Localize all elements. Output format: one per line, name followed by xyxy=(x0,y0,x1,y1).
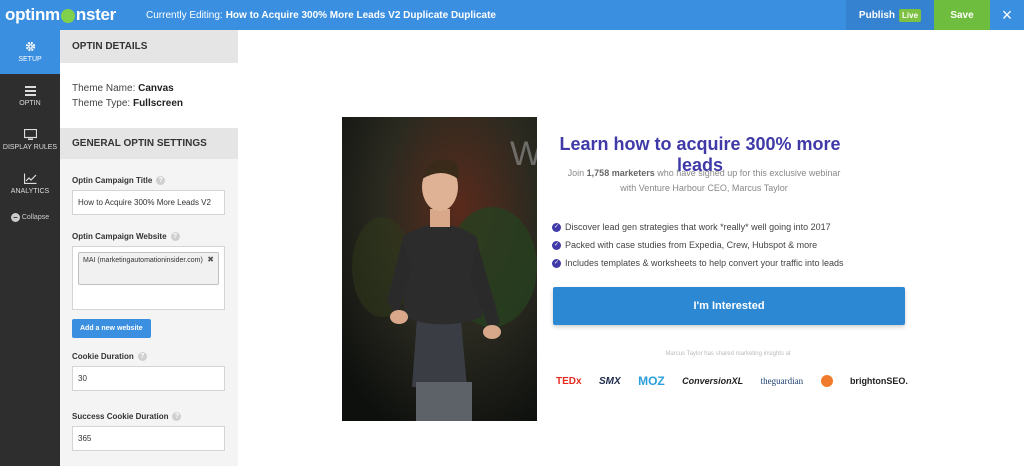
cookie-duration-input[interactable]: 30 xyxy=(72,366,225,391)
gear-icon xyxy=(25,41,35,52)
circle-logo-icon xyxy=(820,375,833,387)
theme-name-value: Canvas xyxy=(138,83,174,94)
top-bar: optinm nster Currently Editing: How to Acq… xyxy=(0,0,1024,30)
bullet-item: ✓ Discover lead gen strategies that work … xyxy=(552,218,892,236)
sub-bold: 1,758 marketers xyxy=(586,168,655,178)
rail-item-analytics[interactable]: ANALYTICS xyxy=(0,162,60,206)
sub-post: who have signed up for this exclusive we… xyxy=(657,168,841,178)
sub-pre: Join xyxy=(567,168,585,178)
rail-item-display-rules[interactable]: DISPLAY RULES xyxy=(0,118,60,162)
conversionxl-logo: ConversionXL xyxy=(682,376,744,386)
svg-text:We: We xyxy=(510,135,537,173)
subheadline-line-1: Join 1,758 marketers who have signed up … xyxy=(566,166,842,181)
editing-label: Currently Editing: xyxy=(146,9,223,21)
editing-title: How to Acquire 300% More Leads V2 Duplic… xyxy=(225,9,496,21)
rail-label-display-rules: DISPLAY RULES xyxy=(2,144,58,151)
check-circle-icon: ✓ xyxy=(552,240,561,250)
bullet-item: ✓ Packed with case studies from Expedia, … xyxy=(552,236,892,254)
theme-info: Theme Name: Canvas Theme Type: Fullscree… xyxy=(60,63,238,128)
publish-button[interactable]: Publish Live xyxy=(846,0,934,30)
website-tag: MAI (marketingautomationinsider.com) ✖ xyxy=(78,252,219,285)
press-logos: TEDx SMX MOZ ConversionXL theguardian br… xyxy=(556,373,908,389)
website-tag-label: MAI (marketingautomationinsider.com) xyxy=(83,257,203,264)
bullet-list: ✓ Discover lead gen strategies that work … xyxy=(552,218,892,272)
cookie-duration-field: Cookie Duration? 30 xyxy=(60,352,238,391)
menu-icon xyxy=(24,85,36,96)
bullet-text: Includes templates & worksheets to help … xyxy=(565,258,844,268)
campaign-website-label-row: Optin Campaign Website? xyxy=(72,232,226,241)
publish-label: Publish xyxy=(858,9,896,21)
rail-item-optin[interactable]: OPTIN xyxy=(0,74,60,118)
logo-text-left: optinm xyxy=(5,5,60,24)
theme-type-row: Theme Type: Fullscreen xyxy=(72,96,226,111)
speaker-photo: We xyxy=(342,117,537,421)
campaign-title-input[interactable]: How to Acquire 300% More Leads V2 xyxy=(72,190,225,215)
help-icon[interactable]: ? xyxy=(137,352,147,361)
success-cookie-field: Success Cookie Duration? 365 xyxy=(60,412,238,451)
settings-panel: OPTIN DETAILS Theme Name: Canvas Theme T… xyxy=(60,30,238,466)
help-icon[interactable]: ? xyxy=(156,176,166,185)
rail-label-setup: SETUP xyxy=(18,56,42,63)
check-circle-icon: ✓ xyxy=(552,222,561,232)
theme-name-label: Theme Name: xyxy=(72,83,136,94)
campaign-title-label-row: Optin Campaign Title? xyxy=(72,176,226,185)
speaker-illustration: We xyxy=(342,117,537,421)
optinmonster-logo[interactable]: optinm nster xyxy=(0,0,140,30)
im-interested-button[interactable]: I'm Interested xyxy=(553,287,905,325)
brightonseo-logo: brightonSEO. xyxy=(849,376,908,386)
shared-insights-text: Marcus Taylor has shared marketing insig… xyxy=(665,351,791,357)
website-select[interactable]: MAI (marketingautomationinsider.com) ✖ xyxy=(72,246,225,310)
logo-text-right: nster xyxy=(75,5,116,24)
bullet-text: Discover lead gen strategies that work *… xyxy=(565,222,831,232)
moz-logo: MOZ xyxy=(638,374,665,388)
bullet-text: Packed with case studies from Expedia, C… xyxy=(565,240,818,250)
campaign-website-field: Optin Campaign Website? MAI (marketingau… xyxy=(60,232,238,338)
guardian-logo: theguardian xyxy=(760,376,804,386)
subheadline: Join 1,758 marketers who have signed up … xyxy=(566,166,842,196)
general-settings-header: GENERAL OPTIN SETTINGS xyxy=(60,128,238,159)
currently-editing: Currently Editing: How to Acquire 300% Mo… xyxy=(140,10,846,21)
save-button[interactable]: Save xyxy=(934,0,990,30)
cookie-duration-label: Cookie Duration xyxy=(72,352,134,361)
collapse-button[interactable]: − Collapse xyxy=(0,206,60,228)
rail-item-setup[interactable]: SETUP xyxy=(0,30,60,74)
rail-label-analytics: ANALYTICS xyxy=(10,188,50,195)
chart-icon xyxy=(23,173,36,184)
add-website-button[interactable]: Add a new website xyxy=(72,319,151,338)
success-cookie-input[interactable]: 365 xyxy=(72,426,225,451)
monitor-icon xyxy=(23,129,37,140)
help-icon[interactable]: ? xyxy=(170,232,180,241)
help-icon[interactable]: ? xyxy=(172,412,182,421)
tedx-logo: TEDx xyxy=(556,375,582,387)
left-rail: SETUP OPTIN DISPLAY RULES ANALYTICS − Co… xyxy=(0,30,60,466)
optin-preview: We Learn how to acquire 300% more leads … xyxy=(238,30,1024,466)
monster-icon xyxy=(60,9,75,23)
optin-details-header: OPTIN DETAILS xyxy=(60,30,238,63)
live-badge: Live xyxy=(899,8,922,22)
success-cookie-label-row: Success Cookie Duration? xyxy=(72,412,226,421)
theme-type-value: Fullscreen xyxy=(132,98,183,109)
bullet-item: ✓ Includes templates & worksheets to help… xyxy=(552,254,892,272)
cookie-duration-label-row: Cookie Duration? xyxy=(72,352,226,361)
campaign-title-field: Optin Campaign Title? How to Acquire 300… xyxy=(60,176,238,215)
campaign-title-label: Optin Campaign Title xyxy=(72,176,153,185)
theme-type-label: Theme Type: xyxy=(72,98,131,109)
theme-name-row: Theme Name: Canvas xyxy=(72,81,226,96)
check-circle-icon: ✓ xyxy=(552,258,561,268)
success-cookie-label: Success Cookie Duration xyxy=(72,412,169,421)
close-icon[interactable]: × xyxy=(990,0,1024,30)
campaign-website-label: Optin Campaign Website xyxy=(72,232,167,241)
remove-tag-icon[interactable]: ✖ xyxy=(207,255,214,264)
collapse-label: Collapse xyxy=(21,213,50,221)
minus-circle-icon: − xyxy=(10,212,20,222)
rail-label-optin: OPTIN xyxy=(19,99,41,107)
smx-logo: SMX xyxy=(598,375,621,387)
subheadline-line-2: with Venture Harbour CEO, Marcus Taylor xyxy=(620,183,788,193)
